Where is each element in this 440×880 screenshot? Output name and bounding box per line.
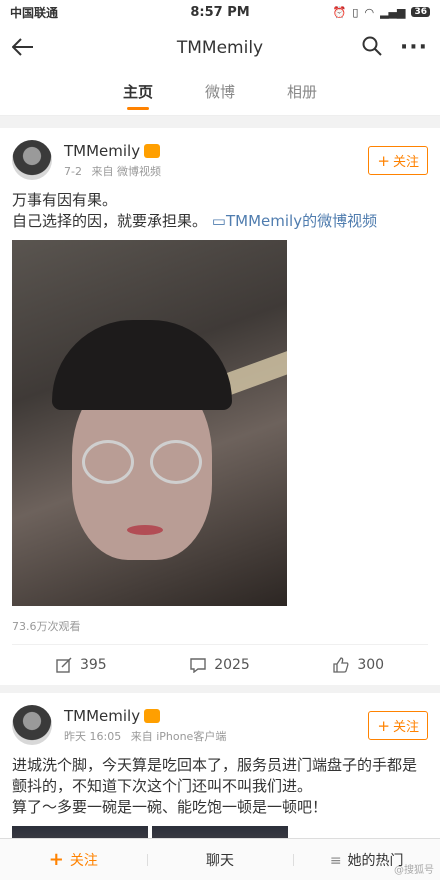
search-icon[interactable]	[362, 36, 382, 60]
image-grid	[12, 826, 428, 838]
repost-button[interactable]: 395	[12, 657, 151, 673]
repost-icon	[56, 657, 72, 673]
vip-badge-icon	[144, 143, 161, 158]
photo-thumbnail[interactable]	[12, 826, 148, 838]
video-link-icon: ▭	[211, 212, 226, 230]
author-name[interactable]: TMMemily	[64, 142, 140, 160]
video-link[interactable]: ▭TMMemily的微博视频	[212, 212, 377, 230]
video-thumbnail[interactable]	[12, 240, 287, 606]
post-text: 万事有因有果。 自己选择的因，就要承担果。 ▭TMMemily的微博视频	[12, 191, 378, 230]
tab-album[interactable]: 相册	[287, 72, 317, 116]
avatar[interactable]	[12, 705, 52, 745]
plus-icon: +	[48, 849, 64, 870]
bottom-bar: + 关注 聊天 ≡ 她的热门	[0, 838, 440, 880]
post-card[interactable]: TMMemily 7-2 来自 微博视频 + 关注 万事有因有果。 自己选择的因，…	[0, 128, 440, 685]
menu-icon: ≡	[329, 852, 342, 869]
arrow-left-icon[interactable]	[11, 34, 44, 62]
plus-icon: +	[377, 716, 390, 735]
watermark: @搜狐号	[394, 865, 434, 876]
status-bar: 中国联通 8:57 PM ⏰ ▯ ◠ ▂▄▆ 36	[0, 0, 440, 24]
tab-weibo[interactable]: 微博	[205, 72, 235, 116]
thumb-up-icon	[333, 657, 349, 673]
plus-icon: +	[377, 151, 390, 170]
vip-badge-icon	[144, 708, 161, 723]
more-icon[interactable]: ···	[400, 37, 428, 59]
comment-icon	[190, 658, 206, 673]
chat-button[interactable]: 聊天	[146, 850, 294, 870]
follow-button[interactable]: + 关注	[368, 710, 428, 740]
tab-home[interactable]: 主页	[123, 72, 153, 116]
post-source: 来自 iPhone客户端	[130, 729, 227, 743]
post-date: 7-2	[64, 164, 82, 178]
post-text: 进城洗个脚，今天算是吃回本了，服务员进门端盘子的手都是颤抖的，不知道下次这个门还…	[12, 756, 418, 816]
profile-tabs: 主页 微博 相册	[0, 72, 440, 116]
like-button[interactable]: 300	[289, 657, 428, 673]
author-name[interactable]: TMMemily	[64, 707, 140, 725]
post-date: 昨天 16:05	[64, 729, 122, 743]
post-source: 来自 微博视频	[91, 164, 161, 178]
photo-thumbnail[interactable]	[152, 826, 288, 838]
follow-button[interactable]: + 关注	[368, 145, 428, 175]
comment-button[interactable]: 2025	[151, 657, 290, 673]
feed[interactable]: TMMemily 7-2 来自 微博视频 + 关注 万事有因有果。 自己选择的因，…	[0, 124, 440, 838]
avatar[interactable]	[12, 140, 52, 180]
bottom-follow-button[interactable]: + 关注	[0, 849, 147, 870]
post-card[interactable]: TMMemily 昨天 16:05 来自 iPhone客户端 + 关注 进城洗个脚…	[0, 693, 440, 838]
clock: 8:57 PM	[190, 4, 250, 20]
view-count: 73.6万次观看	[12, 618, 428, 645]
post-actions: 395 2025 300	[12, 645, 428, 685]
nav-bar: TMMemily ···	[0, 24, 440, 72]
